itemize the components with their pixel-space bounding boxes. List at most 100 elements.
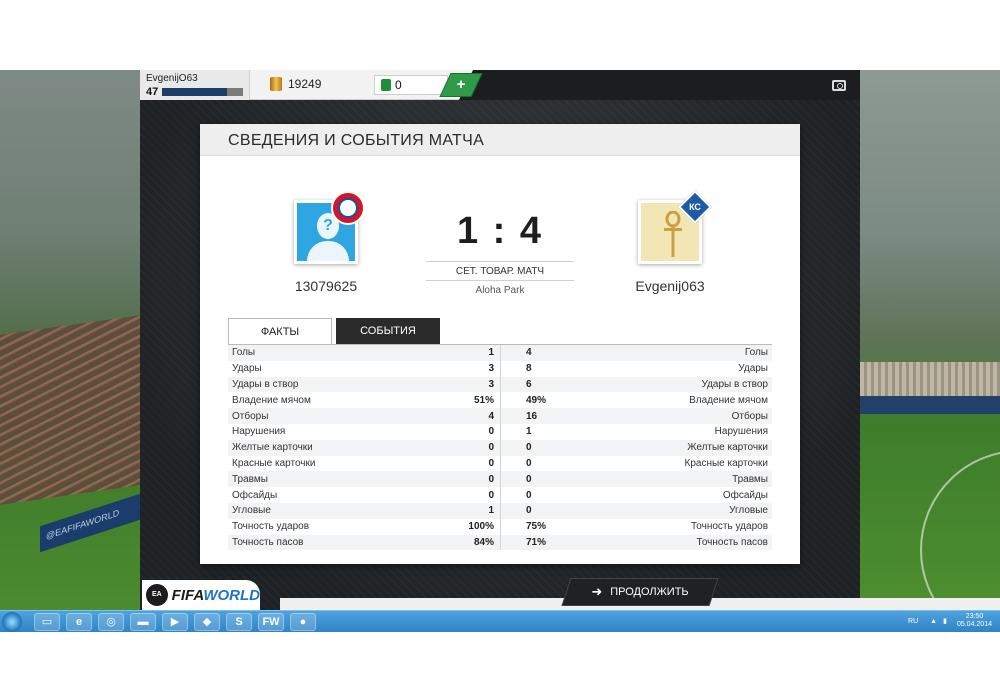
media-icon[interactable]: ▬ — [130, 613, 156, 631]
stat-value-home: 0 — [488, 473, 494, 485]
home-avatar[interactable]: ? — [294, 191, 365, 264]
stat-row: Отборы 4 16 Отборы — [228, 408, 772, 424]
player-icon[interactable]: ▶ — [162, 613, 188, 631]
stat-label-away: Точность пасов — [696, 536, 769, 548]
stat-value-away: 49% — [526, 394, 547, 406]
fifa-world-icon[interactable]: FW — [258, 613, 284, 631]
stat-value-home: 0 — [488, 442, 494, 454]
game-screen: @EAFIFAWORLD EvgenijO63 47 19249 0 + СВЕ… — [0, 70, 1000, 632]
coins-balance: 19249 — [270, 77, 321, 91]
tray-arrow-icon[interactable]: ▲ — [930, 618, 937, 625]
stat-value-away: 4 — [526, 347, 532, 359]
tab-facts[interactable]: ФАКТЫ — [228, 318, 332, 344]
away-team: КС Evgenij063 — [600, 190, 740, 294]
stat-label-home: Желтые карточки — [232, 442, 313, 454]
stat-label-home: Угловые — [232, 505, 271, 517]
points-icon — [381, 79, 391, 91]
stat-value-away: 16 — [526, 410, 538, 422]
home-team: ? 13079625 — [256, 191, 396, 294]
chrome-icon[interactable]: ◎ — [98, 613, 124, 631]
stat-value-away: 6 — [526, 378, 532, 390]
stadium-banner: @EAFIFAWORLD — [40, 493, 140, 553]
stat-label-away: Нарушения — [714, 426, 768, 438]
score-block: 1 : 4 СЕТ. ТОВАР. МАТЧ Aloha Park — [426, 210, 574, 296]
stat-row: Красные карточки 0 0 Красные карточки — [228, 455, 772, 472]
tab-events[interactable]: СОБЫТИЯ — [336, 318, 440, 344]
stats-table: Голы 1 4 Голы Удары 3 8 Удары Удары в створ 3 6 Уда… — [228, 344, 772, 551]
stat-row: Офсайды 0 0 Офсайды — [228, 487, 772, 503]
fifa-world-logo: EA FIFAWORLD — [142, 580, 260, 610]
stat-value-away: 0 — [526, 457, 532, 469]
stat-value-away: 0 — [526, 473, 532, 485]
stat-label-home: Точность пасов — [232, 536, 304, 548]
stat-label-away: Голы — [744, 347, 768, 359]
stat-value-home: 3 — [488, 378, 494, 390]
krylia-badge-icon: КС — [678, 190, 712, 224]
stat-value-home: 84% — [473, 536, 494, 548]
skype-icon[interactable]: S — [226, 613, 252, 631]
stat-row: Точность пасов 84% 71% Точность пасов — [228, 534, 772, 551]
stat-label-home: Голы — [232, 347, 256, 359]
stat-value-home: 1 — [488, 505, 494, 517]
stat-value-away: 71% — [526, 536, 547, 548]
stadium-background-left: @EAFIFAWORLD — [0, 70, 140, 610]
coins-icon — [270, 77, 282, 91]
continue-button[interactable]: ➜ ПРОДОЛЖИТЬ — [561, 578, 719, 606]
stat-row: Удары в створ 3 6 Удары в створ — [228, 376, 772, 393]
bayern-badge-icon — [331, 191, 365, 225]
stat-value-away: 0 — [526, 505, 532, 517]
card-title: СВЕДЕНИЯ И СОБЫТИЯ МАТЧА — [200, 124, 800, 156]
level-progress-fill — [161, 88, 227, 96]
match-score: 1 : 4 — [456, 210, 544, 252]
start-button[interactable] — [2, 612, 22, 632]
game-icon[interactable]: ◆ — [194, 613, 220, 631]
stat-row: Угловые 1 0 Угловые — [228, 502, 772, 519]
stadium-stand — [860, 362, 1000, 396]
stat-value-away: 1 — [526, 426, 532, 438]
origin-icon[interactable]: ● — [290, 613, 316, 631]
stadium-name: Aloha Park — [475, 285, 525, 296]
windows-taskbar: ▭ e ◎ ▬ ▶ ◆ S FW ● RU ▲ ▮ 23:50 05.04.2014 — [0, 610, 1000, 632]
stat-label-away: Удары — [738, 363, 768, 375]
away-avatar[interactable]: КС — [638, 190, 712, 264]
ankh-icon — [664, 211, 682, 257]
match-details-card: СВЕДЕНИЯ И СОБЫТИЯ МАТЧА ? 13079625 1 : … — [200, 124, 800, 564]
stat-row: Желтые карточки 0 0 Желтые карточки — [228, 439, 772, 456]
stat-row: Точность ударов 100% 75% Точность ударов — [228, 518, 772, 535]
clock-date: 05.04.2014 — [956, 621, 992, 628]
stat-label-home: Офсайды — [232, 489, 278, 501]
stat-row: Удары 3 8 Удары — [228, 360, 772, 377]
ie-icon[interactable]: e — [66, 613, 92, 631]
stat-value-home: 1 — [488, 347, 494, 359]
stat-value-home: 100% — [468, 521, 494, 533]
language-indicator[interactable]: RU — [908, 618, 918, 625]
user-info[interactable]: EvgenijO63 47 — [140, 70, 250, 100]
camera-icon[interactable] — [832, 80, 846, 91]
stat-row: Владение мячом 51% 49% Владение мячом — [228, 392, 772, 409]
network-icon[interactable]: ▮ — [943, 617, 947, 625]
points-balance: 0 — [374, 75, 448, 95]
level-progress-bar — [161, 88, 243, 96]
stadium-background-right — [860, 70, 1000, 610]
stat-label-away: Отборы — [731, 410, 768, 422]
top-bar: EvgenijO63 47 19249 0 + — [140, 70, 860, 100]
coins-value: 19249 — [288, 77, 322, 91]
clock[interactable]: 23:50 05.04.2014 — [957, 613, 992, 629]
stat-label-home: Удары — [232, 363, 262, 375]
stat-value-home: 0 — [488, 426, 494, 438]
windows-explorer-icon[interactable]: ▭ — [34, 613, 60, 631]
stat-value-home: 51% — [473, 394, 494, 406]
stat-label-away: Владение мячом — [689, 394, 768, 406]
stat-label-home: Травмы — [232, 473, 268, 485]
home-team-name: 13079625 — [294, 278, 358, 294]
stat-label-away: Удары в створ — [701, 378, 769, 390]
stat-value-home: 4 — [488, 410, 494, 422]
stat-label-home: Удары в створ — [232, 378, 299, 390]
user-level: 47 — [146, 86, 159, 98]
stat-row: Нарушения 0 1 Нарушения — [228, 423, 772, 440]
away-team-name: Evgenij063 — [635, 278, 705, 294]
match-type: СЕТ. ТОВАР. МАТЧ — [426, 261, 574, 281]
stat-value-away: 0 — [526, 442, 532, 454]
stat-row: Травмы 0 0 Травмы — [228, 471, 772, 488]
stat-label-home: Красные карточки — [232, 457, 316, 469]
